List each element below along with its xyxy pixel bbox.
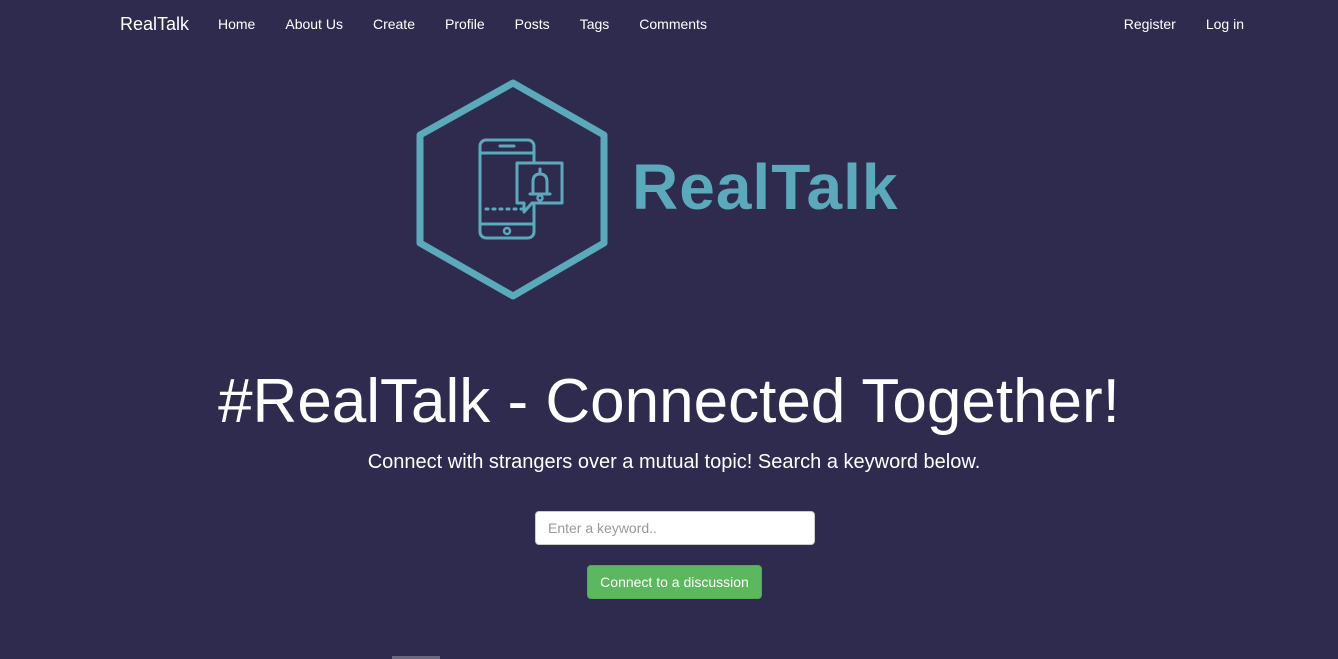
brand-link[interactable]: RealTalk	[120, 14, 189, 35]
nav-posts-link[interactable]: Posts	[500, 16, 565, 32]
nav-tags-link[interactable]: Tags	[565, 16, 625, 32]
nav-login-link[interactable]: Log in	[1191, 16, 1259, 32]
nav-home-link[interactable]: Home	[203, 16, 270, 32]
connect-discussion-button[interactable]: Connect to a discussion	[587, 565, 762, 599]
nav-comments-link[interactable]: Comments	[624, 16, 722, 32]
hexagon-phone-bell-icon	[416, 79, 608, 300]
nav-left-group: Home About Us Create Profile Posts Tags …	[203, 16, 722, 32]
nav-create-link[interactable]: Create	[358, 16, 430, 32]
top-navbar: RealTalk Home About Us Create Profile Po…	[0, 0, 1338, 50]
nav-register-link[interactable]: Register	[1109, 16, 1191, 32]
nav-profile-link[interactable]: Profile	[430, 16, 500, 32]
realtalk-logo: RealTalk	[414, 78, 944, 302]
logo-wordmark: RealTalk	[632, 151, 899, 223]
hero-subhead: Connect with strangers over a mutual top…	[367, 451, 981, 473]
keyword-search-input[interactable]	[535, 511, 815, 545]
hero-headline: #RealTalk - Connected Together!	[218, 367, 1120, 436]
nav-about-link[interactable]: About Us	[270, 16, 358, 32]
nav-right-group: Register Log in	[1109, 16, 1259, 32]
